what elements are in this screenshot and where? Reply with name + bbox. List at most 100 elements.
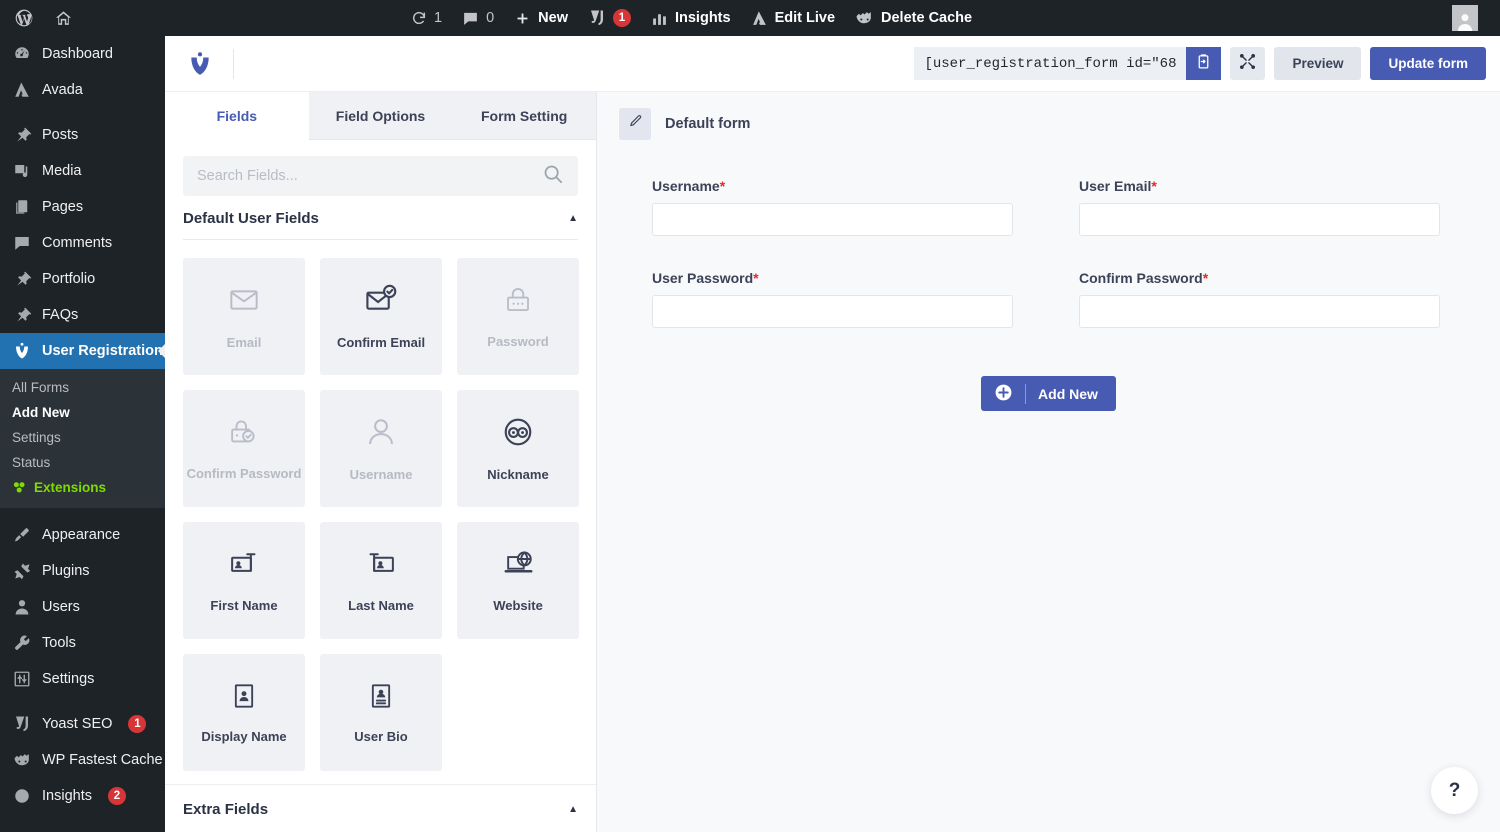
field-label: User Bio — [354, 728, 408, 744]
sidebar-item-label: Appearance — [42, 527, 121, 543]
field-card-display-name[interactable]: Display Name — [183, 654, 305, 771]
required-asterisk: * — [1151, 178, 1157, 194]
insights-label: Insights — [674, 10, 731, 26]
sidebar-item-settings[interactable]: Settings — [0, 661, 165, 697]
sidebar-item-yoast-seo[interactable]: Yoast SEO 1 — [0, 706, 165, 742]
field-label: Last Name — [348, 597, 414, 613]
sidebar-item-portfolio[interactable]: Portfolio — [0, 261, 165, 297]
user-registration-logo-icon — [187, 51, 213, 77]
confirm-password-input[interactable] — [1079, 295, 1440, 328]
sidebar-item-dashboard[interactable]: Dashboard — [0, 36, 165, 72]
field-card-website[interactable]: Website — [457, 522, 579, 639]
button-divider — [1025, 383, 1027, 404]
search-icon[interactable] — [542, 163, 564, 190]
sidebar-item-label: Dashboard — [42, 46, 113, 62]
sidebar-item-posts[interactable]: Posts — [0, 117, 165, 153]
tab-form-setting[interactable]: Form Setting — [452, 92, 597, 140]
field-label-row: User Email* — [1079, 178, 1440, 194]
avatar — [1452, 5, 1478, 31]
add-new-row: Add New — [597, 376, 1500, 411]
submenu-item-extensions[interactable]: Extensions — [0, 475, 165, 500]
form-preview-panel: Default form Username* User Email* User … — [597, 92, 1500, 832]
edit-live-button[interactable]: Edit Live — [741, 0, 845, 36]
sidebar-item-faqs[interactable]: FAQs — [0, 297, 165, 333]
user-password-input[interactable] — [652, 295, 1013, 328]
submenu-item-add-new[interactable]: Add New — [0, 400, 165, 425]
pin-icon — [12, 126, 32, 144]
username-input[interactable] — [652, 203, 1013, 236]
sidebar-item-label: Tools — [42, 635, 76, 651]
fullscreen-button[interactable] — [1230, 47, 1266, 80]
field-card-user-bio[interactable]: User Bio — [320, 654, 442, 771]
field-card-last-name[interactable]: Last Name — [320, 522, 442, 639]
delete-cache-button[interactable]: Delete Cache — [845, 0, 982, 36]
update-form-button[interactable]: Update form — [1370, 47, 1486, 80]
avada-icon — [751, 10, 768, 27]
shortcode-input[interactable] — [914, 47, 1187, 80]
sidebar-item-wp-fastest-cache[interactable]: WP Fastest Cache — [0, 742, 165, 778]
tab-fields[interactable]: Fields — [165, 92, 309, 140]
sidebar-item-avada[interactable]: Avada — [0, 72, 165, 108]
sidebar-item-tools[interactable]: Tools — [0, 625, 165, 661]
user-email-input[interactable] — [1079, 203, 1440, 236]
clipboard-copy-icon — [1195, 53, 1212, 75]
sidebar-item-label: Comments — [42, 235, 113, 251]
add-new-row-button[interactable]: Add New — [981, 376, 1116, 411]
preview-button[interactable]: Preview — [1274, 47, 1362, 80]
sidebar-item-appearance[interactable]: Appearance — [0, 517, 165, 553]
section-title: Default User Fields — [183, 210, 319, 227]
id-card-right-icon — [366, 549, 396, 584]
submenu-item-settings[interactable]: Settings — [0, 425, 165, 450]
tab-field-options[interactable]: Field Options — [308, 92, 453, 140]
user-registration-submenu: All Forms Add New Settings Status Extens… — [0, 369, 165, 508]
sidebar-item-label: WP Fastest Cache — [42, 752, 163, 768]
users-icon — [12, 598, 32, 616]
sidebar-item-users[interactable]: Users — [0, 589, 165, 625]
edit-form-title-button[interactable] — [619, 108, 651, 140]
cache-icon — [12, 751, 32, 770]
insights-button[interactable]: Insights — [641, 0, 741, 36]
sidebar-item-insights[interactable]: Insights 2 — [0, 778, 165, 814]
wp-fastest-cache-icon — [855, 9, 874, 28]
field-label: First Name — [210, 597, 278, 613]
yoast-seo-button[interactable]: 1 — [578, 0, 641, 36]
required-asterisk: * — [753, 270, 759, 286]
plus-circle-icon — [994, 383, 1013, 405]
field-card-confirm-email[interactable]: Confirm Email — [320, 258, 442, 375]
submenu-item-all-forms[interactable]: All Forms — [0, 375, 165, 400]
yoast-icon — [12, 715, 32, 733]
yoast-badge: 1 — [612, 9, 631, 27]
wordpress-logo-button[interactable] — [4, 0, 44, 36]
extra-fields-header[interactable]: Extra Fields ▲ — [165, 784, 596, 832]
search-fields-box — [183, 156, 578, 196]
field-card-nickname[interactable]: Nickname — [457, 390, 579, 507]
updates-count: 1 — [434, 10, 443, 26]
form-field-confirm-password: Confirm Password* — [1079, 270, 1440, 328]
sidebar-item-media[interactable]: Media — [0, 153, 165, 189]
default-user-fields-header[interactable]: Default User Fields ▲ — [183, 210, 578, 240]
site-name-button[interactable] — [44, 0, 83, 36]
sidebar-item-label: User Registration — [42, 343, 163, 359]
sidebar-item-user-registration[interactable]: User Registration — [0, 333, 165, 369]
field-card-first-name[interactable]: First Name — [183, 522, 305, 639]
settings-icon — [12, 670, 32, 688]
sidebar-item-pages[interactable]: Pages — [0, 189, 165, 225]
updates-button[interactable]: 1 — [401, 0, 452, 36]
help-button[interactable]: ? — [1431, 767, 1478, 814]
submenu-item-status[interactable]: Status — [0, 450, 165, 475]
field-label: Confirm Password — [186, 465, 302, 481]
my-account-button[interactable] — [1442, 0, 1488, 36]
field-label: Display Name — [201, 728, 287, 744]
field-label-text: User Password — [652, 270, 754, 286]
comments-button[interactable]: 0 — [452, 0, 504, 36]
sidebar-item-comments[interactable]: Comments — [0, 225, 165, 261]
search-input[interactable] — [197, 168, 542, 184]
glasses-icon — [502, 416, 534, 453]
field-label-row: Username* — [652, 178, 1013, 194]
fields-scroll-area[interactable]: Email Confirm Email Password Confirm Pas… — [165, 240, 596, 832]
pencil-icon — [628, 114, 643, 134]
sidebar-item-plugins[interactable]: Plugins — [0, 553, 165, 589]
copy-shortcode-button[interactable] — [1186, 47, 1222, 80]
media-icon — [12, 162, 32, 180]
new-content-button[interactable]: New — [504, 0, 578, 36]
